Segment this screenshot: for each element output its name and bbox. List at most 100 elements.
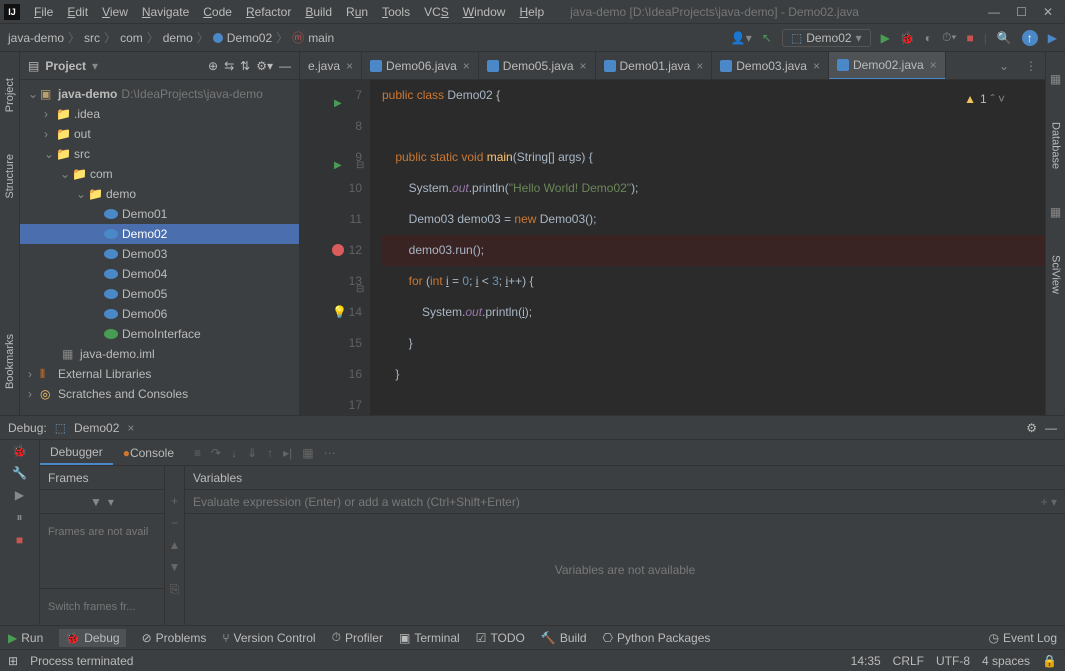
- crumb-method[interactable]: main: [308, 31, 334, 45]
- vtab-database[interactable]: Database: [1048, 116, 1064, 175]
- status-indent[interactable]: 4 spaces: [982, 654, 1030, 668]
- status-eol[interactable]: CRLF: [893, 654, 924, 668]
- status-lock-icon[interactable]: 🔒: [1042, 654, 1057, 668]
- stop-debug-icon[interactable]: ■: [16, 533, 23, 547]
- tree-file-demo01[interactable]: Demo01: [20, 204, 299, 224]
- close-tab-icon[interactable]: ×: [580, 59, 587, 73]
- eval-input[interactable]: Evaluate expression (Enter) or add a wat…: [185, 490, 1065, 514]
- close-tab-icon[interactable]: ×: [930, 58, 937, 72]
- run-config-selector[interactable]: ⬚ Demo02 ▾: [782, 29, 871, 47]
- up-icon[interactable]: ▲: [169, 538, 181, 552]
- vtab-project[interactable]: Project: [2, 72, 18, 118]
- tab-dropdown-icon[interactable]: ⌄: [991, 59, 1017, 73]
- btm-python[interactable]: ⎔Python Packages: [603, 631, 711, 645]
- project-view-dropdown-icon[interactable]: ▾: [92, 59, 98, 73]
- inspection-badge[interactable]: ▲1ˆ ˅: [964, 84, 1005, 115]
- btm-todo[interactable]: ☑TODO: [476, 631, 525, 645]
- btm-run[interactable]: ▶Run: [8, 631, 43, 645]
- tree-file-demointerface[interactable]: DemoInterface: [20, 324, 299, 344]
- filter-icon[interactable]: ▼: [90, 495, 102, 509]
- add-watch-icon[interactable]: +: [171, 494, 178, 508]
- tree-root[interactable]: ⌄▣java-demoD:\IdeaProjects\java-demo: [20, 84, 299, 104]
- menu-view[interactable]: View: [96, 3, 134, 21]
- remove-watch-icon[interactable]: −: [171, 516, 178, 530]
- menu-edit[interactable]: Edit: [61, 3, 94, 21]
- pause-icon[interactable]: ⏸: [16, 510, 22, 525]
- menu-window[interactable]: Window: [457, 3, 512, 21]
- add-user-icon[interactable]: 👤▾: [731, 31, 752, 45]
- profile-icon[interactable]: ⏱▾: [942, 30, 956, 45]
- collapse-all-icon[interactable]: ⇅: [240, 59, 250, 73]
- close-tab-icon[interactable]: ×: [463, 59, 470, 73]
- btm-problems[interactable]: ⊘Problems: [142, 631, 207, 645]
- eval-expr-icon[interactable]: ▦: [302, 446, 313, 460]
- update-icon[interactable]: ↑: [1022, 30, 1038, 46]
- tree-file-demo04[interactable]: Demo04: [20, 264, 299, 284]
- sci-icon[interactable]: ▦: [1050, 205, 1061, 219]
- expand-all-icon[interactable]: ⇆: [224, 59, 234, 73]
- tab-e[interactable]: e.java×: [300, 52, 362, 80]
- console-tab[interactable]: ●Console: [113, 442, 184, 464]
- copy-icon[interactable]: ⎘: [170, 582, 180, 597]
- tree-scratches[interactable]: ›◎Scratches and Consoles: [20, 384, 299, 404]
- tab-demo03[interactable]: Demo03.java×: [712, 52, 829, 80]
- tab-demo01[interactable]: Demo01.java×: [596, 52, 713, 80]
- breakpoint-icon[interactable]: [332, 244, 344, 256]
- close-tab-icon[interactable]: ×: [696, 59, 703, 73]
- btm-profiler[interactable]: ⏱Profiler: [332, 630, 383, 645]
- menu-navigate[interactable]: Navigate: [136, 3, 195, 21]
- btm-vcs[interactable]: ⑂Version Control: [222, 631, 315, 645]
- menu-vcs[interactable]: VCS: [418, 3, 455, 21]
- tab-more-icon[interactable]: ⋮: [1017, 59, 1045, 73]
- fold-icon[interactable]: ⊟: [356, 274, 364, 305]
- modify-run-icon[interactable]: 🔧: [12, 466, 27, 480]
- settings-icon[interactable]: ⚙▾: [256, 59, 273, 73]
- fold-icon[interactable]: ⊟: [356, 150, 364, 181]
- crumb-class[interactable]: Demo02: [227, 31, 272, 45]
- run-gutter-icon[interactable]: ▶: [334, 150, 342, 181]
- debug-icon[interactable]: 🐞: [900, 31, 915, 45]
- tree-com[interactable]: ⌄📁com: [20, 164, 299, 184]
- dropdown-icon[interactable]: ▾: [108, 495, 114, 509]
- menu-run[interactable]: Run: [340, 3, 374, 21]
- close-tab-icon[interactable]: ×: [346, 59, 353, 73]
- tree-out[interactable]: ›📁out: [20, 124, 299, 144]
- rerun-icon[interactable]: 🐞: [12, 444, 27, 458]
- crumb-src[interactable]: src: [84, 31, 100, 45]
- menu-build[interactable]: Build: [299, 3, 338, 21]
- menu-refactor[interactable]: Refactor: [240, 3, 297, 21]
- tree-file-demo05[interactable]: Demo05: [20, 284, 299, 304]
- project-view-title[interactable]: Project: [45, 59, 86, 73]
- down-icon[interactable]: ▼: [169, 560, 181, 574]
- step-over-icon[interactable]: ↷: [211, 446, 221, 460]
- btm-terminal[interactable]: ▣Terminal: [399, 631, 460, 645]
- btm-build[interactable]: 🔨Build: [541, 631, 587, 645]
- vtab-sciview[interactable]: SciView: [1048, 249, 1064, 300]
- status-window-icon[interactable]: ⊞: [8, 654, 18, 668]
- close-tab-icon[interactable]: ×: [813, 59, 820, 73]
- close-icon[interactable]: ✕: [1043, 5, 1053, 19]
- select-opened-icon[interactable]: ⊕: [208, 59, 218, 73]
- crumb-com[interactable]: com: [120, 31, 143, 45]
- run-to-cursor-icon[interactable]: ▸|: [283, 446, 292, 460]
- run-gutter-icon[interactable]: ▶: [334, 88, 342, 119]
- coverage-icon[interactable]: ◐: [925, 31, 932, 45]
- db-icon[interactable]: ▦: [1050, 72, 1061, 86]
- resume-icon[interactable]: ▶: [15, 488, 24, 502]
- btm-eventlog[interactable]: ◷Event Log: [988, 631, 1057, 645]
- btm-debug[interactable]: 🐞Debug: [59, 629, 125, 647]
- step-out-icon[interactable]: ↑: [267, 446, 273, 460]
- crumb-project[interactable]: java-demo: [8, 31, 64, 45]
- intention-bulb-icon[interactable]: 💡: [332, 297, 347, 328]
- menu-file[interactable]: File: [28, 3, 59, 21]
- crumb-demo[interactable]: demo: [163, 31, 193, 45]
- menu-help[interactable]: Help: [513, 3, 550, 21]
- tab-demo05[interactable]: Demo05.java×: [479, 52, 596, 80]
- tree-file-demo03[interactable]: Demo03: [20, 244, 299, 264]
- run-icon[interactable]: ▶: [881, 31, 890, 45]
- search-icon[interactable]: 🔍: [997, 31, 1012, 45]
- tab-demo06[interactable]: Demo06.java×: [362, 52, 479, 80]
- vtab-structure[interactable]: Structure: [2, 148, 18, 205]
- status-time[interactable]: 14:35: [851, 654, 881, 668]
- minimize-icon[interactable]: —: [988, 5, 1000, 19]
